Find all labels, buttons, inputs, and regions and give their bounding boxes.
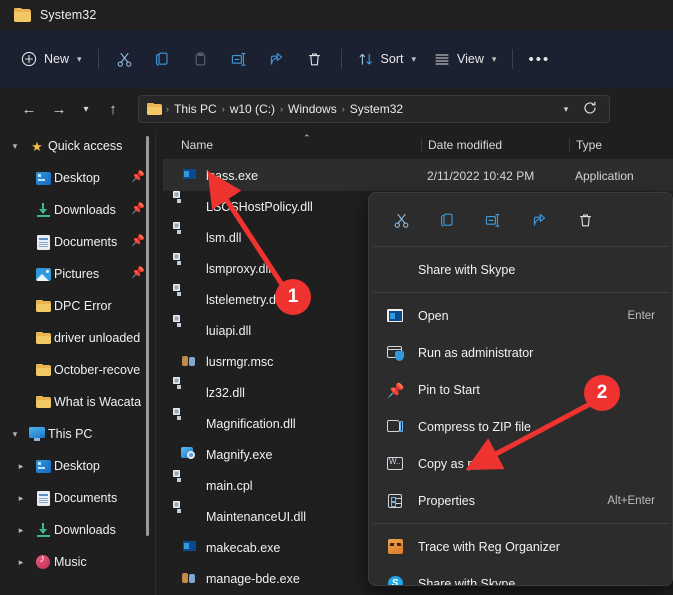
annotation-marker-2: 2	[584, 375, 620, 411]
annotation-arrow-1	[207, 170, 286, 288]
annotation-arrow-2	[465, 400, 594, 471]
annotation-marker-1: 1	[275, 279, 311, 315]
annotation-overlay	[207, 170, 594, 471]
file-explorer-window: System32 New ▾ Sort ▾ View ▾ ••• ← → ▾ ↑…	[0, 0, 673, 595]
